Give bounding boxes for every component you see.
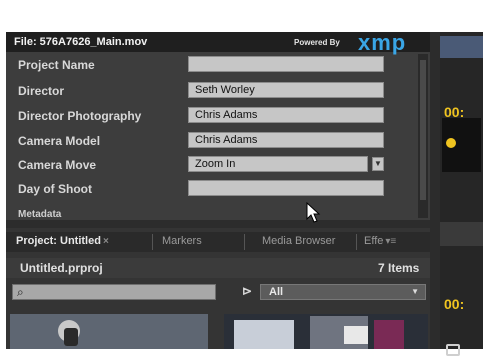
filter-select[interactable]: All ▼ <box>260 284 426 300</box>
panel-titlebar: File: 576A7626_Main.mov Powered By xmp <box>6 30 430 55</box>
director-photography-field[interactable]: Chris Adams <box>188 107 384 123</box>
tab-markers[interactable]: Markers <box>162 235 202 249</box>
search-icon: ⌕ <box>17 285 24 299</box>
field-label: Director Photography <box>18 109 142 123</box>
panel-header <box>440 36 483 58</box>
close-icon[interactable]: × <box>103 236 109 247</box>
clip-thumbnail[interactable] <box>224 314 428 349</box>
item-count: 7 Items <box>378 261 420 275</box>
field-row-day-of-shoot: Day of Shoot <box>6 178 418 200</box>
panel-menu-icon[interactable]: ▾≡ <box>385 236 396 247</box>
tab-media-browser[interactable]: Media Browser <box>262 235 335 249</box>
filter-icon[interactable]: ⊳ <box>242 284 252 298</box>
tab-effects[interactable]: Effe ▾≡ <box>364 235 396 249</box>
section-header[interactable]: Metadata <box>18 209 78 219</box>
field-label: Camera Model <box>18 134 101 148</box>
scrollbar-thumb[interactable] <box>420 60 426 200</box>
director-field[interactable]: Seth Worley <box>188 82 384 98</box>
chevron-down-icon: ▼ <box>411 287 419 296</box>
thumbnail-region <box>234 320 294 349</box>
scrollbar[interactable] <box>418 54 428 218</box>
camera-move-select[interactable]: Zoom In <box>188 156 368 172</box>
tab-divider <box>244 234 245 250</box>
search-input[interactable]: ⌕ <box>12 284 216 300</box>
search-row: ⌕ ⊳ All ▼ <box>6 282 430 302</box>
timecode-display[interactable]: 00: <box>444 104 464 120</box>
camera-icon[interactable] <box>446 344 460 356</box>
field-label: Project Name <box>18 58 95 72</box>
filter-value: All <box>269 286 284 298</box>
field-value: Seth Worley <box>195 84 255 96</box>
thumbnail-figure <box>64 328 78 346</box>
xmp-metadata-panel: File: 576A7626_Main.mov Powered By xmp P… <box>6 30 430 220</box>
tab-project[interactable]: Project: Untitled × <box>16 235 109 249</box>
tab-bar: Project: Untitled × Markers Media Browser… <box>6 232 430 252</box>
panel-header <box>440 222 483 246</box>
field-row-project-name: Project Name <box>6 54 418 76</box>
bin-header: Untitled.prproj 7 Items <box>6 258 430 278</box>
project-panel: Project: Untitled × Markers Media Browser… <box>6 228 430 349</box>
project-filename: Untitled.prproj <box>20 261 103 275</box>
field-row-camera-move: Camera Move Zoom In ▼ <box>6 154 418 176</box>
file-title: File: 576A7626_Main.mov <box>14 36 148 48</box>
thumbnail-region <box>344 326 368 344</box>
thumbnail-region <box>374 320 404 349</box>
tab-divider <box>152 234 153 250</box>
timecode-display[interactable]: 00: <box>444 296 464 312</box>
powered-by-label: Powered By <box>294 38 340 47</box>
field-label: Day of Shoot <box>18 182 92 196</box>
field-row-director: Director Seth Worley <box>6 80 418 102</box>
timecode-indicator-icon <box>446 138 456 148</box>
day-of-shoot-field[interactable] <box>188 180 384 196</box>
clip-thumbnail[interactable] <box>10 314 208 349</box>
field-label: Director <box>18 84 65 98</box>
right-panel-strip: 00: 00: <box>440 32 483 356</box>
tab-label: Effe <box>364 235 384 247</box>
project-name-field[interactable] <box>188 56 384 72</box>
field-value: Chris Adams <box>195 134 258 146</box>
chevron-down-icon[interactable]: ▼ <box>372 157 384 171</box>
field-row-camera-model: Camera Model Chris Adams <box>6 130 418 152</box>
tab-divider <box>356 234 357 250</box>
cursor-icon <box>306 202 321 223</box>
tab-label: Project: Untitled <box>16 235 101 247</box>
field-row-director-photography: Director Photography Chris Adams <box>6 105 418 127</box>
field-label: Camera Move <box>18 158 97 172</box>
field-value: Zoom In <box>195 158 236 170</box>
field-value: Chris Adams <box>195 109 258 121</box>
xmp-logo: xmp <box>358 30 407 55</box>
camera-model-field[interactable]: Chris Adams <box>188 132 384 148</box>
